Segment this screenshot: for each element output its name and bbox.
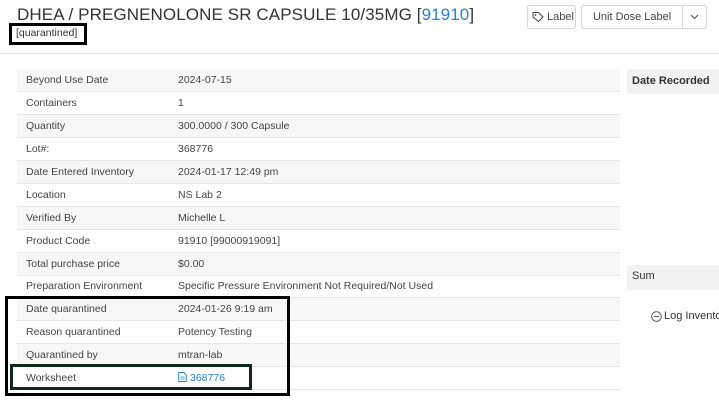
row-label: Quantity (17, 114, 178, 139)
date-recorded-header: Date Recorded (627, 69, 719, 94)
title-prefix: DHEA / PREGNENOLONE SR CAPSULE 10/35MG [ (17, 5, 422, 24)
table-row: Containers 1 (17, 91, 620, 116)
sum-row: Sum (627, 265, 719, 290)
row-label: Location (17, 183, 178, 207)
unit-dose-dropdown-toggle[interactable] (682, 6, 706, 28)
chevron-down-icon (690, 14, 699, 20)
row-value: 1 (178, 91, 620, 116)
table-row: Date Entered Inventory 2024-01-17 12:49 p… (17, 160, 620, 184)
unit-dose-label-text: Unit Dose Label (592, 11, 672, 23)
log-inventory-label: Log Invento (664, 310, 719, 322)
worksheet-highlight-box (10, 364, 252, 390)
product-code-link[interactable]: 91910 (422, 5, 470, 24)
row-label: Containers (17, 91, 178, 116)
status-badge: [quarantined] (16, 27, 78, 39)
log-inventory-button[interactable]: Log Invento (651, 310, 719, 322)
row-value: Specific Pressure Environment Not Requir… (178, 275, 620, 299)
row-value: 300.0000 / 300 Capsule (178, 114, 620, 139)
row-value: 2024-01-17 12:49 pm (178, 160, 620, 184)
row-label: Preparation Environment (17, 275, 178, 299)
row-value: NS Lab 2 (178, 183, 620, 207)
table-row: Quantity 300.0000 / 300 Capsule (17, 114, 620, 139)
unit-dose-label-button[interactable]: Unit Dose Label (581, 5, 707, 29)
label-button[interactable]: Label (527, 5, 576, 29)
table-row: Total purchase price $0.00 (17, 252, 620, 276)
minus-circle-icon (651, 310, 662, 322)
row-label: Lot#: (17, 137, 178, 162)
side-panel: Date Recorded Sum Log Invento (627, 69, 719, 405)
table-row: Product Code 91910 [99000919091] (17, 229, 620, 253)
row-value: 2024-07-15 (178, 69, 620, 93)
row-label: Total purchase price (17, 252, 178, 276)
label-button-text: Label (547, 11, 574, 23)
table-row: Beyond Use Date 2024-07-15 (17, 69, 620, 93)
row-value: 91910 [99000919091] (178, 229, 620, 253)
page-header: DHEA / PREGNENOLONE SR CAPSULE 10/35MG [… (0, 0, 719, 54)
row-value: 368776 (178, 137, 620, 162)
table-row: Lot#: 368776 (17, 137, 620, 162)
title-suffix: ] (469, 5, 475, 24)
tag-icon (532, 12, 544, 23)
row-value: Michelle L (178, 206, 620, 230)
table-row: Preparation Environment Specific Pressure… (17, 275, 620, 299)
page-title: DHEA / PREGNENOLONE SR CAPSULE 10/35MG [… (17, 5, 474, 25)
row-label: Verified By (17, 206, 178, 230)
row-label: Date Entered Inventory (17, 160, 178, 184)
row-label: Product Code (17, 229, 178, 253)
table-row: Location NS Lab 2 (17, 183, 620, 207)
table-row: Verified By Michelle L (17, 206, 620, 230)
row-value: $0.00 (178, 252, 620, 276)
row-label: Beyond Use Date (17, 69, 178, 93)
